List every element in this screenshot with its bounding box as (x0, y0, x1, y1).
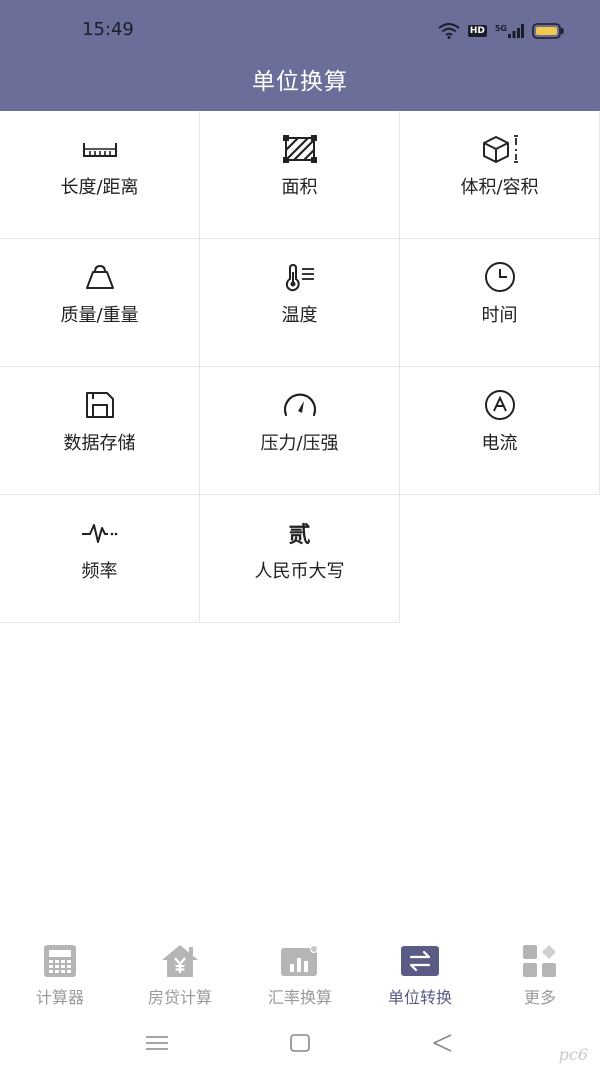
category-area[interactable]: 面积 (200, 111, 400, 239)
weight-icon (85, 261, 115, 293)
category-data-storage[interactable]: 数据存储 (0, 367, 200, 495)
tab-label: 单位转换 (387, 988, 452, 1007)
back-nav-icon[interactable] (422, 1030, 462, 1056)
category-time[interactable]: 时间 (400, 239, 600, 367)
category-label: 温度 (281, 305, 318, 326)
category-temperature[interactable]: 温度 (200, 239, 400, 367)
category-label: 压力/压强 (260, 433, 339, 454)
category-frequency[interactable]: 频率 (0, 495, 200, 623)
ampere-icon (484, 389, 516, 421)
category-label: 质量/重量 (60, 305, 139, 326)
category-label: 面积 (281, 177, 318, 198)
more-grid-icon (522, 944, 558, 978)
thermometer-icon (283, 261, 317, 293)
rmb-capital-glyph: 贰 (288, 523, 311, 548)
category-rmb-capital[interactable]: 贰 人民币大写 (200, 495, 400, 623)
tab-label: 汇率换算 (267, 988, 332, 1007)
clock-icon (484, 261, 516, 293)
signal-icon: 5G (495, 24, 524, 38)
hd-badge: HD (467, 25, 487, 37)
house-yen-icon (161, 944, 199, 978)
category-label: 数据存储 (63, 433, 136, 454)
tab-unit-conversion[interactable]: 单位转换 (360, 936, 480, 1016)
tab-label: 房贷计算 (147, 988, 212, 1007)
cube-icon (481, 133, 519, 165)
home-nav-icon[interactable] (280, 1030, 320, 1056)
category-label: 长度/距离 (60, 177, 139, 198)
tab-more[interactable]: 更多 (480, 936, 600, 1016)
system-nav-bar: pc6 (0, 1016, 600, 1070)
category-label: 电流 (481, 433, 518, 454)
category-label: 时间 (481, 305, 518, 326)
waveform-icon (80, 517, 120, 549)
category-current[interactable]: 电流 (400, 367, 600, 495)
tab-calculator[interactable]: 计算器 (0, 936, 120, 1016)
category-weight[interactable]: 质量/重量 (0, 239, 200, 367)
app-header: 15:49 HD 5G 单位换算 (0, 0, 600, 111)
tab-mortgage[interactable]: 房贷计算 (120, 936, 240, 1016)
watermark: pc6 (558, 1045, 588, 1064)
unit-category-grid: 长度/距离 面积 体积/容积 质量/重量 温度 时间 数据存储 压力/压强 电流… (0, 111, 600, 623)
category-length[interactable]: 长度/距离 (0, 111, 200, 239)
calculator-icon (43, 944, 77, 978)
tab-exchange-rate[interactable]: 汇率换算 (240, 936, 360, 1016)
area-icon (282, 133, 317, 165)
status-time: 15:49 (82, 19, 134, 40)
category-volume[interactable]: 体积/容积 (400, 111, 600, 239)
ruler-icon (82, 133, 118, 165)
save-disk-icon (85, 389, 115, 421)
bottom-tab-bar: 计算器 房贷计算 汇率换算 单位转换 更多 (0, 936, 600, 1016)
status-icons: HD 5G (438, 20, 564, 42)
swap-arrows-icon (401, 944, 439, 978)
exchange-chart-icon (280, 944, 320, 978)
page-title: 单位换算 (252, 69, 348, 95)
status-bar: 15:49 HD 5G (0, 0, 600, 62)
tab-label: 更多 (523, 988, 556, 1007)
battery-icon (532, 23, 564, 39)
network-label: 5G (494, 24, 507, 33)
category-label: 体积/容积 (460, 177, 539, 198)
category-label: 人民币大写 (254, 561, 345, 582)
empty-cell (400, 495, 600, 623)
wifi-icon (438, 23, 460, 39)
tab-label: 计算器 (35, 988, 84, 1007)
category-pressure[interactable]: 压力/压强 (200, 367, 400, 495)
rmb-capital-icon: 贰 (288, 517, 310, 549)
menu-nav-icon[interactable] (137, 1030, 177, 1056)
category-label: 频率 (81, 561, 118, 582)
gauge-icon (282, 389, 318, 421)
